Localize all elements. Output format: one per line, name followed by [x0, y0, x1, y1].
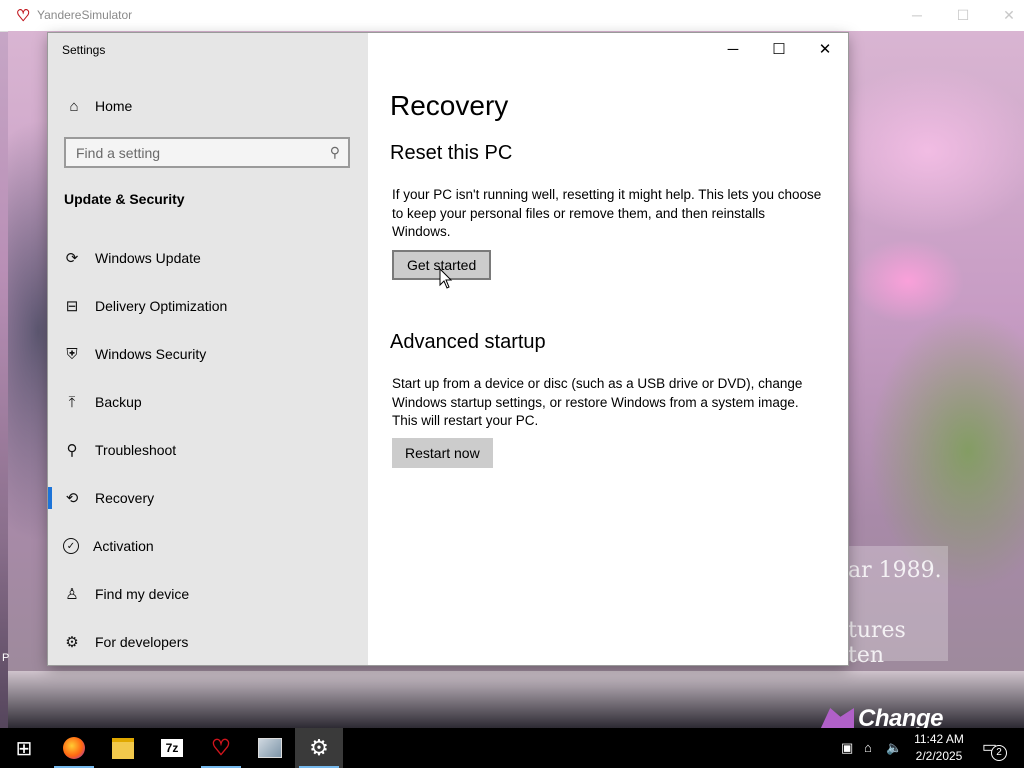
taskbar: ⊞ 7z ♡ ⚙ ▣ ⌂ 🔈 11:42 AM 2/2/2025 ▭ 2	[0, 728, 1024, 768]
person-location-icon: ♙	[65, 586, 79, 603]
left-edge-label: P	[2, 652, 10, 664]
sidebar-item-label: Find my device	[95, 586, 190, 602]
sidebar-item-label: Activation	[93, 538, 154, 554]
game-titlebar: ♡ YandereSimulator ─ ☐ ✕	[0, 0, 1024, 32]
taskbar-7zip[interactable]: 7z	[148, 728, 196, 768]
sidebar-item-find-my-device[interactable]: ♙ Find my device	[48, 574, 368, 614]
minimize-button[interactable]: ─	[710, 33, 756, 65]
yandere-heart-icon: ♡	[16, 8, 31, 25]
advanced-description: Start up from a device or disc (such as …	[392, 376, 803, 428]
delivery-optimization-icon: ⊟	[65, 298, 79, 315]
sidebar-item-for-developers[interactable]: ⚙ For developers	[48, 622, 368, 662]
sidebar-item-label: Windows Update	[95, 250, 201, 266]
game-caption-box: ar 1989. tures ten	[848, 546, 948, 668]
taskbar-file-explorer[interactable]	[99, 728, 147, 768]
sidebar-item-delivery-optimization[interactable]: ⊟ Delivery Optimization	[48, 286, 368, 326]
backup-arrow-icon: ⤒	[68, 393, 76, 411]
home-label: Home	[95, 98, 133, 114]
folder-icon	[112, 737, 134, 759]
restart-now-button[interactable]: Restart now	[392, 438, 493, 468]
mouse-cursor-icon	[439, 267, 453, 289]
sidebar-item-label: Recovery	[95, 490, 155, 506]
refresh-icon: ⟳	[65, 250, 79, 267]
clock-date: 2/2/2025	[915, 749, 963, 763]
tray-app-icon[interactable]: ▣	[841, 740, 853, 756]
taskbar-clock[interactable]: 11:42 AM 2/2/2025	[908, 731, 970, 765]
game-maximize-button[interactable]: ☐	[948, 4, 978, 26]
settings-window: Settings ⌂ Home Find a setting ⚲ Update …	[48, 33, 848, 665]
settings-gear-icon: ⚙	[309, 735, 329, 760]
sidebar-item-windows-update[interactable]: ⟳ Windows Update	[48, 238, 368, 278]
settings-content: ─ ☐ ✕ Recovery Reset this PC If your PC …	[368, 33, 848, 665]
taskbar-control-panel[interactable]	[246, 728, 294, 768]
7zip-icon: 7z	[161, 739, 183, 757]
sidebar-item-backup[interactable]: ⤒ Backup	[48, 382, 368, 422]
taskbar-settings[interactable]: ⚙	[295, 728, 343, 768]
developer-tools-icon: ⚙	[65, 634, 79, 651]
clock-time: 11:42 AM	[914, 732, 964, 746]
yandere-heart-icon: ♡	[211, 735, 231, 760]
search-placeholder: Find a setting	[76, 145, 161, 161]
sidebar-item-label: For developers	[95, 634, 189, 650]
sidebar-item-troubleshoot[interactable]: ⚲ Troubleshoot	[48, 430, 368, 470]
close-button[interactable]: ✕	[802, 33, 848, 65]
page-title: Recovery	[390, 90, 509, 121]
taskbar-yandere-simulator[interactable]: ♡	[197, 728, 245, 768]
start-button[interactable]: ⊞	[0, 728, 48, 768]
sidebar-item-label: Delivery Optimization	[95, 298, 228, 314]
section-title: Update & Security	[64, 191, 185, 207]
sidebar-item-recovery[interactable]: ⟲ Recovery	[48, 478, 368, 518]
windows-logo-icon: ⊞	[15, 737, 33, 760]
search-input[interactable]: Find a setting ⚲	[64, 137, 350, 168]
wrench-icon: ⚲	[66, 442, 78, 459]
control-panel-icon	[258, 738, 282, 758]
sidebar-item-label: Windows Security	[95, 346, 207, 362]
sidebar-item-label: Backup	[95, 394, 142, 410]
window-title: Settings	[62, 43, 106, 57]
advanced-heading: Advanced startup	[390, 331, 546, 353]
volume-icon[interactable]: 🔈	[886, 740, 902, 756]
sidebar-home[interactable]: ⌂ Home	[48, 91, 368, 121]
sidebar-item-windows-security[interactable]: ⛨ Windows Security	[48, 334, 368, 374]
sidebar-item-label: Troubleshoot	[95, 442, 177, 458]
check-circle-icon: ✓	[63, 538, 79, 554]
game-close-button[interactable]: ✕	[994, 4, 1024, 26]
recovery-clock-icon: ⟲	[65, 490, 79, 507]
reset-heading: Reset this PC	[390, 142, 513, 164]
maximize-button[interactable]: ☐	[756, 33, 802, 65]
shield-icon: ⛨	[66, 345, 78, 363]
game-window-title: YandereSimulator	[37, 8, 133, 22]
notification-count-badge: 2	[991, 745, 1007, 761]
home-icon: ⌂	[69, 97, 79, 115]
search-icon[interactable]: ⚲	[330, 144, 340, 161]
firefox-icon	[63, 737, 85, 759]
sidebar-item-activation[interactable]: ✓ Activation	[48, 526, 368, 566]
game-minimize-button[interactable]: ─	[902, 4, 932, 26]
network-icon[interactable]: ⌂	[864, 740, 872, 755]
game-caption-line: tures ten	[848, 618, 906, 668]
reset-description: If your PC isn't running well, resetting…	[392, 187, 822, 239]
settings-sidebar: Settings ⌂ Home Find a setting ⚲ Update …	[48, 33, 368, 665]
game-caption-line: ar 1989.	[848, 558, 942, 583]
taskbar-firefox[interactable]	[50, 728, 98, 768]
